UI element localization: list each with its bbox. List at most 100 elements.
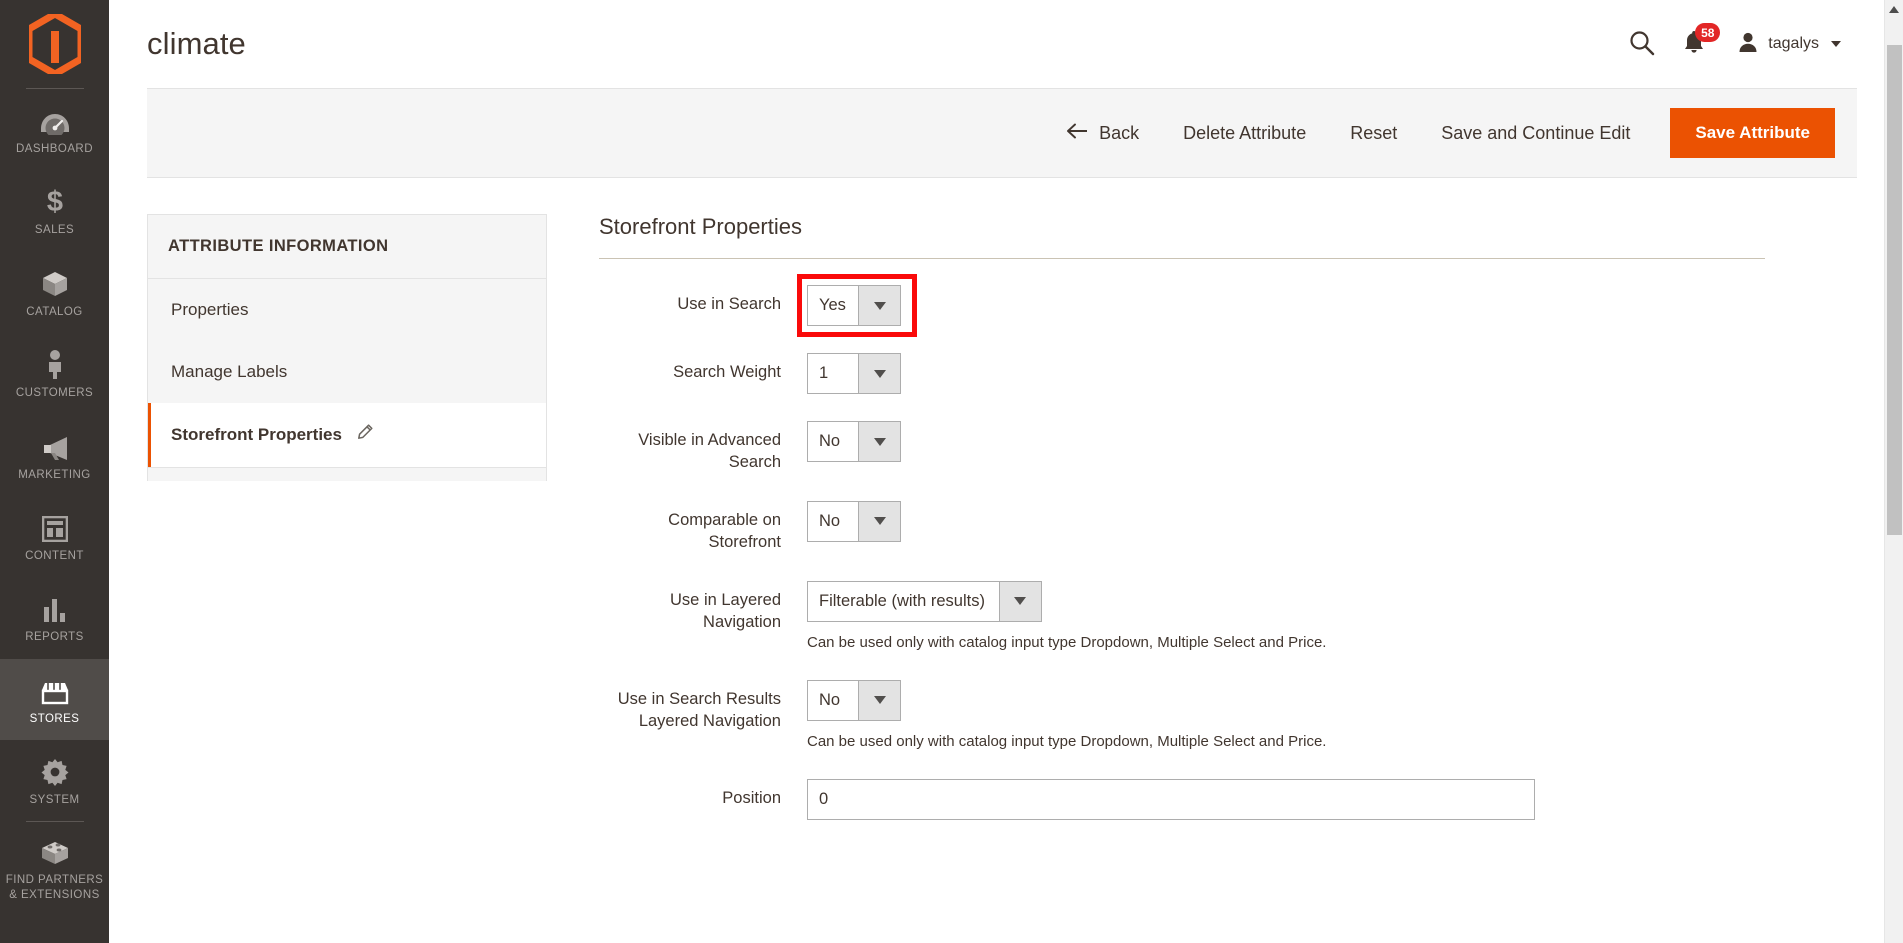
layout-icon [41,512,68,542]
field-label: Use in Search Results Layered Navigation [617,689,781,730]
save-attribute-button[interactable]: Save Attribute [1670,108,1835,158]
sidebar-item-system[interactable]: SYSTEM [0,740,109,821]
user-avatar-icon [1737,31,1759,58]
field-note: Can be used only with catalog input type… [807,732,1327,750]
sidebar-item-sales[interactable]: $ SALES [0,170,109,251]
scroll-up-arrow-icon[interactable] [1889,6,1899,13]
sidebar-item-label: FIND PARTNERS & EXTENSIONS [5,874,104,901]
sidebar-item-label: REPORTS [25,631,84,644]
tab-label: Properties [171,300,249,319]
field-position: Position [599,778,1857,820]
sidebar-item-label: STORES [29,712,80,725]
page-header: climate 58 tagalys [109,0,1903,88]
chevron-down-icon [998,581,1041,621]
page-actions-toolbar: Back Delete Attribute Reset Save and Con… [147,88,1857,178]
sidebar-item-customers[interactable]: CUSTOMERS [0,333,109,414]
user-name: tagalys [1768,35,1819,52]
back-button[interactable]: Back [1044,113,1161,154]
select-value: Yes [819,296,846,314]
field-use-in-search: Use in Search Yes [599,274,1857,337]
tab-storefront-properties[interactable]: Storefront Properties [148,403,546,467]
attribute-information-panel: ATTRIBUTE INFORMATION Properties Manage … [147,214,547,847]
sidebar-item-stores[interactable]: STORES [0,658,109,740]
field-visible-in-advanced-search: Visible in Advanced Search No [599,421,1857,474]
dashboard-icon [40,105,70,135]
field-comparable-on-storefront: Comparable on Storefront No [599,500,1857,554]
magento-logo-icon [28,14,81,74]
sidebar-item-label: CATALOG [26,305,83,318]
pencil-icon [356,424,373,446]
field-label: Use in Search [677,295,781,313]
notifications-button[interactable]: 58 [1669,23,1727,64]
select-value: 1 [819,364,829,382]
chevron-down-icon [1831,41,1841,47]
field-label: Position [722,788,781,807]
reset-button[interactable]: Reset [1328,113,1419,154]
field-note: Can be used only with catalog input type… [807,633,1327,651]
svg-text:$: $ [46,186,62,216]
visible-in-advanced-search-select[interactable]: No [807,421,901,462]
select-value: Filterable (with results) [819,591,985,610]
page-body: ATTRIBUTE INFORMATION Properties Manage … [109,178,1903,847]
puzzle-block-icon [40,836,70,866]
search-button[interactable] [1615,24,1669,65]
tab-properties[interactable]: Properties [148,279,546,341]
save-and-continue-edit-button[interactable]: Save and Continue Edit [1419,113,1652,154]
search-icon [1629,30,1655,59]
field-label: Search Weight [673,363,781,381]
storefront-properties-form: Storefront Properties Use in Search Yes [547,214,1857,847]
field-label: Use in Layered Navigation [670,590,781,631]
chevron-down-icon [858,286,900,325]
search-weight-select[interactable]: 1 [807,353,901,394]
sidebar-item-label: SYSTEM [29,794,80,806]
select-value: No [819,432,841,450]
person-icon [45,349,65,380]
vertical-scrollbar[interactable] [1884,0,1903,943]
notification-badge: 58 [1695,23,1721,42]
use-in-search-results-layered-navigation-select[interactable]: No [807,679,901,721]
attribute-information-title: ATTRIBUTE INFORMATION [148,215,546,279]
use-in-search-select[interactable]: Yes [807,285,901,326]
back-button-label: Back [1099,122,1140,143]
scrollbar-thumb[interactable] [1887,45,1902,535]
sidebar-item-label: DASHBOARD [16,143,93,155]
sidebar-item-reports[interactable]: REPORTS [0,577,109,658]
user-menu[interactable]: tagalys [1727,25,1845,64]
position-input[interactable] [807,778,1535,820]
chevron-down-icon [858,501,900,541]
field-search-weight: Search Weight 1 [599,353,1857,394]
sidebar-item-label: SALES [34,224,75,237]
page-title: climate [147,26,246,61]
tab-label: Storefront Properties [171,425,342,444]
comparable-on-storefront-select[interactable]: No [807,500,901,542]
field-use-in-layered-navigation: Use in Layered Navigation Filterable (wit… [599,580,1857,653]
section-title: Storefront Properties [599,214,802,239]
sidebar-item-find-partners[interactable]: FIND PARTNERS & EXTENSIONS [0,822,109,916]
field-label: Visible in Advanced Search [638,431,781,471]
header-actions: 58 tagalys [1615,23,1857,65]
sidebar-item-marketing[interactable]: MARKETING [0,415,109,496]
delete-attribute-button[interactable]: Delete Attribute [1161,113,1328,154]
tab-label: Manage Labels [171,362,288,381]
field-label: Comparable on Storefront [668,510,781,551]
magento-logo[interactable] [0,0,109,88]
gear-icon [41,756,69,786]
main-content: climate 58 tagalys Back Delete Attribute… [109,0,1903,943]
megaphone-icon [40,431,70,461]
section-divider [599,258,1765,259]
dollar-icon: $ [45,186,65,216]
sidebar-item-label: CONTENT [25,549,84,562]
box-icon [41,268,69,298]
sidebar-item-catalog[interactable]: CATALOG [0,252,109,333]
use-in-layered-navigation-select[interactable]: Filterable (with results) [807,580,1042,622]
field-use-in-search-results-layered-navigation: Use in Search Results Layered Navigation … [599,679,1857,752]
sidebar-item-content[interactable]: CONTENT [0,496,109,577]
sidebar-item-dashboard[interactable]: DASHBOARD [0,89,109,170]
storefront-icon [40,675,70,705]
tab-manage-labels[interactable]: Manage Labels [148,341,546,403]
select-value: No [819,690,841,709]
sidebar-item-label: MARKETING [18,468,91,481]
chevron-down-icon [858,354,900,393]
chevron-down-icon [858,680,900,720]
bar-chart-icon [42,593,68,623]
